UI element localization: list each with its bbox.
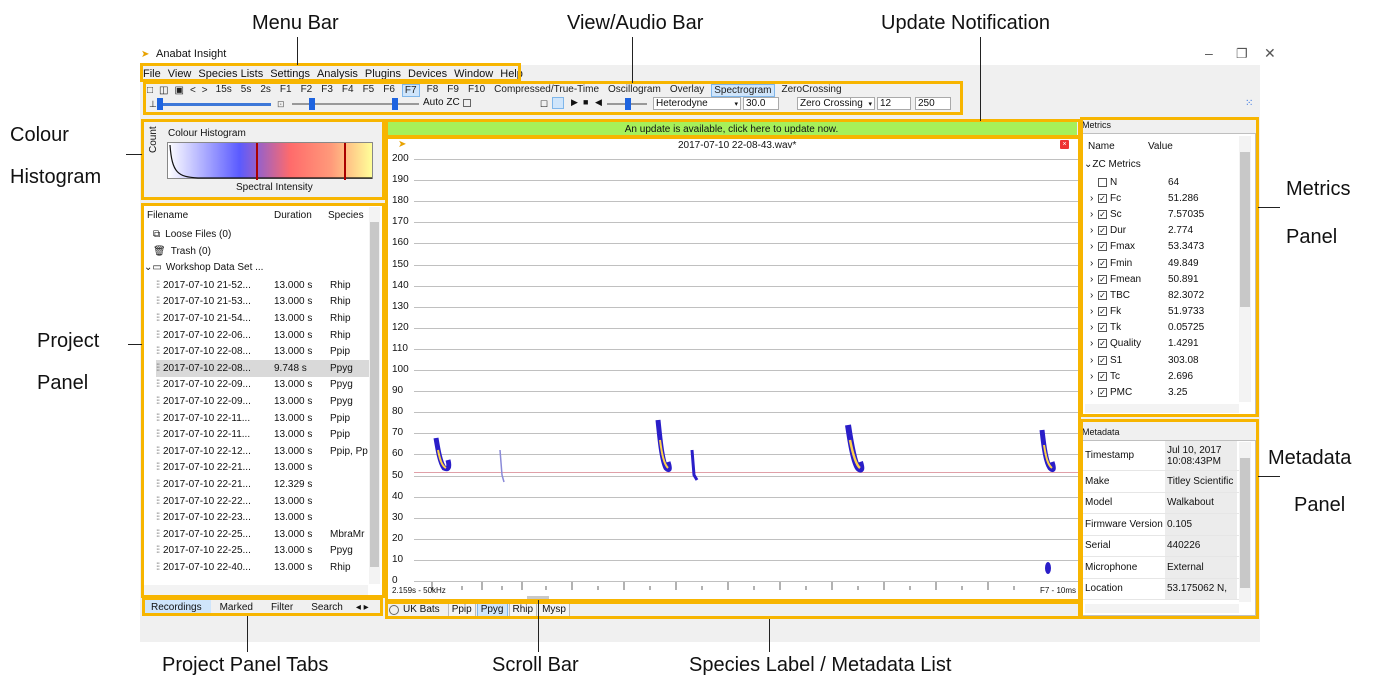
layout-grid-icon[interactable]: ⁙ <box>1245 98 1253 109</box>
title-bar <box>140 45 1260 65</box>
callout-metrics-panel: Panel <box>1286 226 1338 248</box>
callout-project: Project <box>37 330 100 352</box>
menu-bar-outline <box>140 63 521 82</box>
callout-metadata-panel: Panel <box>1294 494 1346 516</box>
view-audio-bar-outline <box>143 81 963 115</box>
leader-species-label <box>769 619 770 652</box>
spectrogram-outline <box>385 136 1081 602</box>
callout-histogram: Histogram <box>10 166 102 188</box>
callout-metrics: Metrics <box>1286 178 1351 200</box>
metrics-panel-outline <box>1080 117 1259 417</box>
app-logo-icon: ➤ <box>141 49 150 60</box>
callout-metadata: Metadata <box>1268 447 1352 469</box>
callout-species-label: Species Label / Metadata List <box>689 654 952 676</box>
callout-update-notification: Update Notification <box>881 12 1050 34</box>
leader-project-panel-tabs <box>247 616 248 652</box>
leader-update-notification <box>980 37 981 121</box>
callout-panel: Panel <box>37 372 89 394</box>
leader-scroll-bar <box>538 600 539 652</box>
leader-view-audio-bar <box>632 37 633 83</box>
app-title: Anabat Insight <box>156 48 227 60</box>
callout-colour: Colour <box>10 124 69 146</box>
maximize-button[interactable]: ❐ <box>1236 46 1248 62</box>
project-panel-outline <box>141 203 385 598</box>
histogram-outline <box>141 119 385 200</box>
metadata-panel-outline <box>1080 419 1259 619</box>
callout-menu-bar: Menu Bar <box>252 12 339 34</box>
species-bar-outline <box>385 601 1081 619</box>
callout-scroll-bar: Scroll Bar <box>492 654 579 676</box>
leader-histogram <box>126 154 142 155</box>
callout-view-audio-bar: View/Audio Bar <box>567 12 704 34</box>
callout-project-panel-tabs: Project Panel Tabs <box>162 654 329 676</box>
leader-project-panel <box>128 344 142 345</box>
leader-menu-bar <box>297 37 298 65</box>
leader-metadata-panel <box>1258 476 1280 477</box>
leader-metrics-panel <box>1258 207 1280 208</box>
close-button[interactable]: ✕ <box>1264 45 1276 62</box>
project-tabs-outline <box>142 597 383 616</box>
minimize-button[interactable]: – <box>1205 45 1213 61</box>
